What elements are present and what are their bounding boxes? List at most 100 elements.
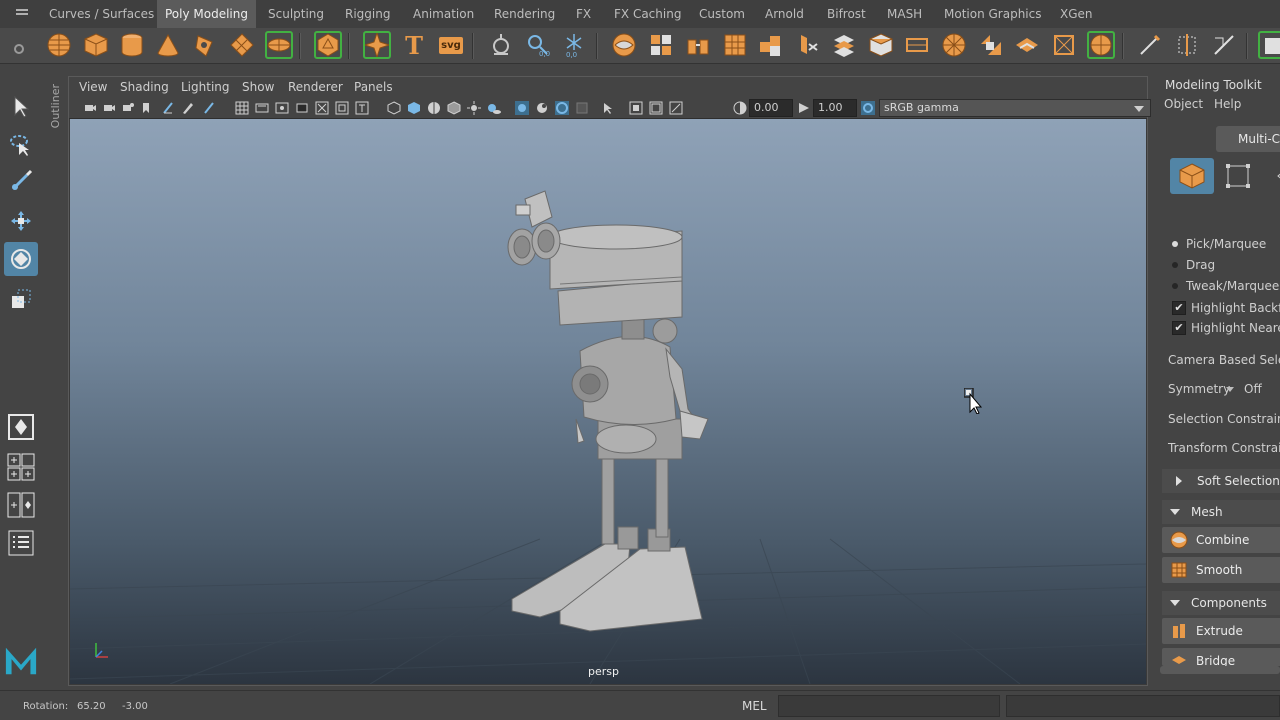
shelf-tab-custom[interactable]: Custom [691,0,753,28]
type-text-icon[interactable]: T [400,31,428,60]
platonic-solid-icon[interactable] [314,31,342,59]
super-shape-icon[interactable] [363,31,391,59]
edge-mode-button[interactable] [1260,158,1280,194]
shelf-tab-xgen[interactable]: XGen [1052,0,1101,28]
textured-icon[interactable] [447,101,461,115]
scale-tool-icon[interactable] [4,282,38,316]
3d-viewport[interactable]: persp [70,119,1146,684]
gamma-field[interactable]: 1.00 [813,99,857,117]
smooth-shade-icon[interactable] [407,101,421,115]
sculpt-icon[interactable] [487,31,515,59]
wireframe-on-shaded-icon[interactable] [427,101,441,115]
rotate-tool-icon[interactable] [4,242,38,276]
resolution-gate-icon[interactable] [275,101,289,115]
multi-cut-icon[interactable] [1013,31,1041,59]
selection-constraint-label[interactable]: Selection Constraint [1168,412,1280,426]
toolkit-menu-object[interactable]: Object [1164,97,1203,111]
menu-view[interactable]: View [79,80,107,94]
frame-selection-icon[interactable] [629,101,643,115]
exposure-icon[interactable] [733,101,747,115]
boolean-union-icon[interactable] [757,31,785,59]
grease-pencil-icon[interactable] [181,101,195,115]
frame-all-icon[interactable] [649,101,663,115]
uv-editor-icon[interactable] [1258,31,1280,59]
soft-selection-section[interactable]: Soft Selection [1162,469,1280,493]
four-pane-layout-icon[interactable] [4,450,38,484]
target-weld-icon[interactable] [1050,31,1078,59]
svg-icon[interactable]: svg [437,31,465,59]
object-mode-button[interactable] [1170,158,1214,194]
bevel-edge-icon[interactable] [1087,31,1115,59]
shelf-tab-motion-graphics[interactable]: Motion Graphics [936,0,1050,28]
extrude-icon[interactable] [903,31,931,59]
toolkit-menu-help[interactable]: Help [1214,97,1241,111]
poly-cube-icon[interactable] [82,31,110,59]
smooth-icon[interactable] [721,31,749,59]
grease-pencil-tool-icon[interactable] [203,101,217,115]
extrude-button[interactable]: Extrude [1162,618,1280,644]
bevel-icon[interactable] [830,31,858,59]
menu-show[interactable]: Show [242,80,274,94]
poly-disc-icon[interactable] [265,31,293,59]
exposure-field[interactable]: 0.00 [749,99,793,117]
shelf-tab-rendering[interactable]: Rendering [486,0,563,28]
lasso-tool-icon[interactable] [4,128,38,162]
poly-plane-icon[interactable] [228,31,256,59]
snowflake-icon[interactable]: 0,0 [560,31,588,59]
shelf-menu-icon[interactable] [16,9,28,19]
view-transform-dropdown[interactable]: sRGB gamma [879,99,1151,117]
highlight-nearest-checkbox[interactable]: ✔ [1172,321,1186,335]
smooth-button[interactable]: Smooth [1162,557,1280,583]
shelf-tab-mash[interactable]: MASH [879,0,930,28]
film-gate-icon[interactable] [255,101,269,115]
ruler-icon[interactable] [1210,31,1238,59]
field-chart-icon[interactable] [315,101,329,115]
separate-icon[interactable] [647,31,675,59]
pick-marquee-radio[interactable] [1172,241,1178,247]
single-pane-layout-icon[interactable] [4,410,38,444]
mel-command-input[interactable] [778,695,1000,717]
outliner-strip[interactable] [44,64,68,688]
menu-panels[interactable]: Panels [354,80,393,94]
append-polygon-icon[interactable] [940,31,968,59]
image-plane-icon[interactable] [139,101,153,115]
symmetry-value[interactable]: Off [1244,382,1262,396]
shelf-tab-sculpting[interactable]: Sculpting [260,0,332,28]
tweak-marquee-radio[interactable] [1172,283,1178,289]
gamma-icon[interactable] [797,101,811,115]
grid-icon[interactable] [235,101,249,115]
move-tool-icon[interactable] [4,204,38,238]
combine-button[interactable]: Combine [1162,527,1280,553]
symmetry-dropdown-arrow-icon[interactable] [1226,387,1234,392]
xray-joints-icon[interactable] [535,101,549,115]
mirror-icon[interactable] [794,31,822,59]
drag-radio[interactable] [1172,262,1178,268]
mesh-section[interactable]: Mesh [1162,500,1280,524]
toolkit-scrollbar[interactable] [1160,666,1280,674]
wireframe-icon[interactable] [387,101,401,115]
two-pane-layout-icon[interactable] [4,488,38,522]
color-management-icon[interactable] [861,101,875,115]
shadows-icon[interactable] [487,101,501,115]
shelf-tab-poly-modeling[interactable]: Poly Modeling [157,0,256,28]
backface-culling-icon[interactable] [575,101,589,115]
multi-component-button[interactable]: Multi-Co [1216,126,1280,152]
poly-sphere-icon[interactable] [45,31,73,59]
safe-action-icon[interactable] [335,101,349,115]
poly-torus-icon[interactable] [191,31,219,59]
camera-based-selection-label[interactable]: Camera Based Selecti [1168,353,1280,367]
shelf-tab-fx[interactable]: FX [568,0,599,28]
transform-constraint-label[interactable]: Transform Constraint [1168,441,1280,455]
select-camera-icon[interactable] [83,101,97,115]
safe-title-icon[interactable] [355,101,369,115]
outliner-label[interactable]: Outliner [49,84,62,128]
combine-icon[interactable] [610,31,638,59]
isolate-select-icon[interactable] [601,101,615,115]
shelf-tab-bifrost[interactable]: Bifrost [819,0,874,28]
shelf-gear-icon[interactable] [14,44,24,54]
camera-attributes-icon[interactable] [103,101,117,115]
outliner-layout-icon[interactable] [4,526,38,560]
move-pivot-icon[interactable] [1173,31,1201,59]
use-all-lights-icon[interactable] [467,101,481,115]
soft-select-icon[interactable]: 0,0 [524,31,552,59]
